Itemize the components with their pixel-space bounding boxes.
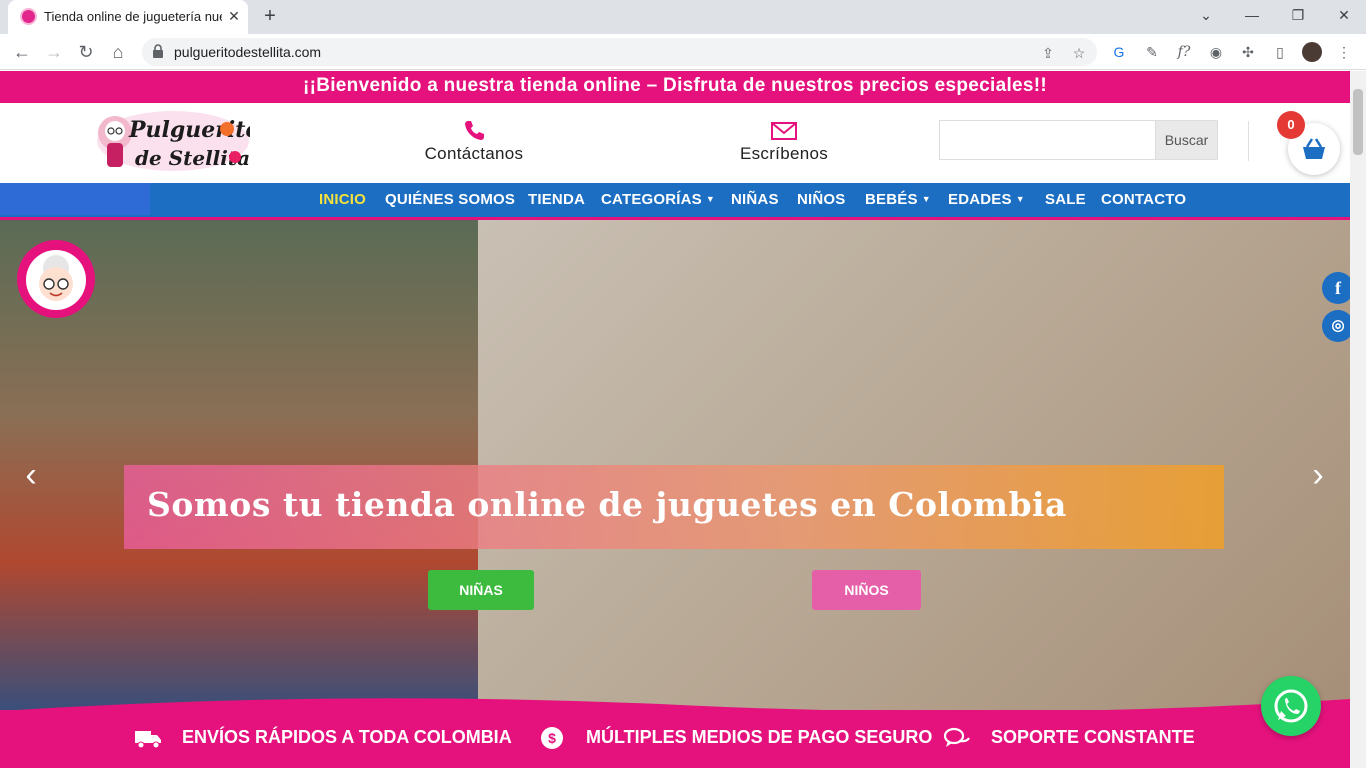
side-panel-icon[interactable]: ▯ — [1270, 42, 1290, 62]
font-extension-icon[interactable]: f? — [1174, 42, 1194, 62]
slider-prev-arrow-icon[interactable]: ‹ — [16, 458, 46, 492]
header-divider — [1248, 121, 1249, 161]
instagram-icon[interactable]: ◎ — [1322, 310, 1350, 342]
close-window-button[interactable]: ✕ — [1324, 4, 1364, 28]
address-bar[interactable]: pulgueritodestellita.com ⇪ ☆ — [142, 38, 1097, 66]
svg-text:$: $ — [548, 730, 556, 746]
payment-icon: $ — [541, 727, 563, 749]
contact-block[interactable]: Contáctanos — [420, 119, 528, 164]
phone-icon — [465, 121, 484, 140]
screen-capture-extension-icon[interactable]: ◉ — [1206, 42, 1226, 62]
benefit-shipping: ENVÍOS RÁPIDOS A TODA COLOMBIA — [182, 727, 512, 747]
browser-tab[interactable]: Tienda online de juguetería nuev ✕ — [8, 0, 248, 34]
eyedropper-extension-icon[interactable]: ✎ — [1142, 42, 1162, 62]
search-button[interactable]: Buscar — [1155, 120, 1218, 160]
slider-next-arrow-icon[interactable]: › — [1303, 458, 1333, 492]
whatsapp-icon — [1274, 689, 1308, 723]
scrollbar-thumb[interactable] — [1353, 89, 1363, 155]
facebook-icon[interactable]: f — [1322, 272, 1350, 304]
nav-accent-block — [0, 183, 150, 215]
caret-down-icon: ▼ — [705, 194, 716, 204]
web-page: ¡¡Bienvenido a nuestra tienda online – D… — [0, 71, 1350, 768]
restore-button[interactable]: ❐ — [1278, 4, 1318, 28]
promo-banner: ¡¡Bienvenido a nuestra tienda online – D… — [0, 71, 1350, 103]
share-icon[interactable]: ⇪ — [1039, 44, 1057, 62]
girls-button[interactable]: NIÑAS — [428, 570, 534, 610]
browser-tab-strip: Tienda online de juguetería nuev ✕ + ⌄ —… — [0, 0, 1366, 34]
nav-item-contacto[interactable]: CONTACTO — [1101, 191, 1186, 208]
minimize-button[interactable]: — — [1232, 4, 1272, 28]
extensions-puzzle-icon[interactable]: ✣ — [1238, 42, 1258, 62]
bookmark-star-icon[interactable]: ☆ — [1070, 44, 1088, 62]
nav-item-categorias-label: CATEGORÍAS — [601, 191, 702, 208]
envelope-icon — [771, 122, 797, 140]
tab-search-icon[interactable]: ⌄ — [1186, 4, 1226, 28]
nav-item-ninos[interactable]: NIÑOS — [797, 191, 846, 208]
hero-slider: Somos tu tienda online de juguetes en Co… — [0, 220, 1350, 710]
caret-down-icon: ▼ — [1015, 194, 1025, 204]
reload-icon[interactable]: ↻ — [74, 40, 98, 64]
profile-avatar[interactable] — [1302, 42, 1322, 62]
nav-item-ninas[interactable]: NIÑAS — [731, 191, 779, 208]
site-header: Pulguerito de Stellita Contáctanos Escrí… — [0, 103, 1350, 183]
benefit-payment: MÚLTIPLES MEDIOS DE PAGO SEGURO — [586, 727, 933, 747]
browser-menu-icon[interactable]: ⋮ — [1334, 42, 1354, 62]
site-favicon-icon — [20, 8, 37, 25]
boys-button[interactable]: NIÑOS — [812, 570, 921, 610]
url-text: pulgueritodestellita.com — [174, 44, 322, 60]
page-scrollbar[interactable] — [1350, 71, 1366, 768]
site-logo[interactable]: Pulguerito de Stellita — [95, 107, 250, 173]
nav-item-categorias[interactable]: CATEGORÍAS ▼ — [601, 191, 715, 208]
benefits-bar: ENVÍOS RÁPIDOS A TODA COLOMBIA $ MÚLTIPL… — [0, 710, 1350, 768]
new-tab-button[interactable]: + — [258, 5, 282, 29]
cart-count-badge: 0 — [1277, 111, 1305, 139]
nav-item-bebes-label: BEBÉS — [865, 191, 918, 208]
lock-icon — [153, 44, 163, 58]
home-icon[interactable]: ⌂ — [106, 40, 130, 64]
translate-extension-icon[interactable]: G — [1109, 42, 1129, 62]
nav-item-edades-label: EDADES — [948, 191, 1012, 208]
chat-icon — [943, 727, 970, 747]
forward-icon[interactable]: → — [42, 40, 66, 64]
email-label: Escríbenos — [739, 144, 829, 163]
nav-item-sale[interactable]: SALE — [1045, 191, 1086, 208]
email-block[interactable]: Escríbenos — [736, 119, 832, 164]
benefit-support: SOPORTE CONSTANTE — [991, 727, 1195, 747]
truck-icon — [135, 731, 161, 749]
nav-item-bebes[interactable]: BEBÉS ▼ — [865, 191, 931, 208]
nav-item-inicio[interactable]: INICIO — [319, 191, 366, 208]
main-navigation: INICIO QUIÉNES SOMOS TIENDA CATEGORÍAS ▼ … — [0, 183, 1350, 220]
back-icon[interactable]: ← — [10, 40, 34, 64]
hero-headline: Somos tu tienda online de juguetes en Co… — [147, 485, 1067, 524]
search-input[interactable] — [939, 120, 1156, 160]
tab-title: Tienda online de juguetería nuev — [44, 9, 222, 24]
contact-label: Contáctanos — [424, 144, 524, 163]
caret-down-icon: ▼ — [921, 194, 931, 204]
tab-close-icon[interactable]: ✕ — [224, 6, 244, 26]
nav-item-quienes-somos[interactable]: QUIÉNES SOMOS — [385, 191, 515, 208]
nav-item-edades[interactable]: EDADES ▼ — [948, 191, 1025, 208]
nav-item-tienda[interactable]: TIENDA — [528, 191, 585, 208]
whatsapp-button[interactable] — [1261, 676, 1321, 736]
browser-toolbar: ← → ↻ ⌂ pulgueritodestellita.com ⇪ ☆ G ✎… — [0, 34, 1366, 70]
grandma-mascot-icon[interactable] — [17, 240, 95, 318]
